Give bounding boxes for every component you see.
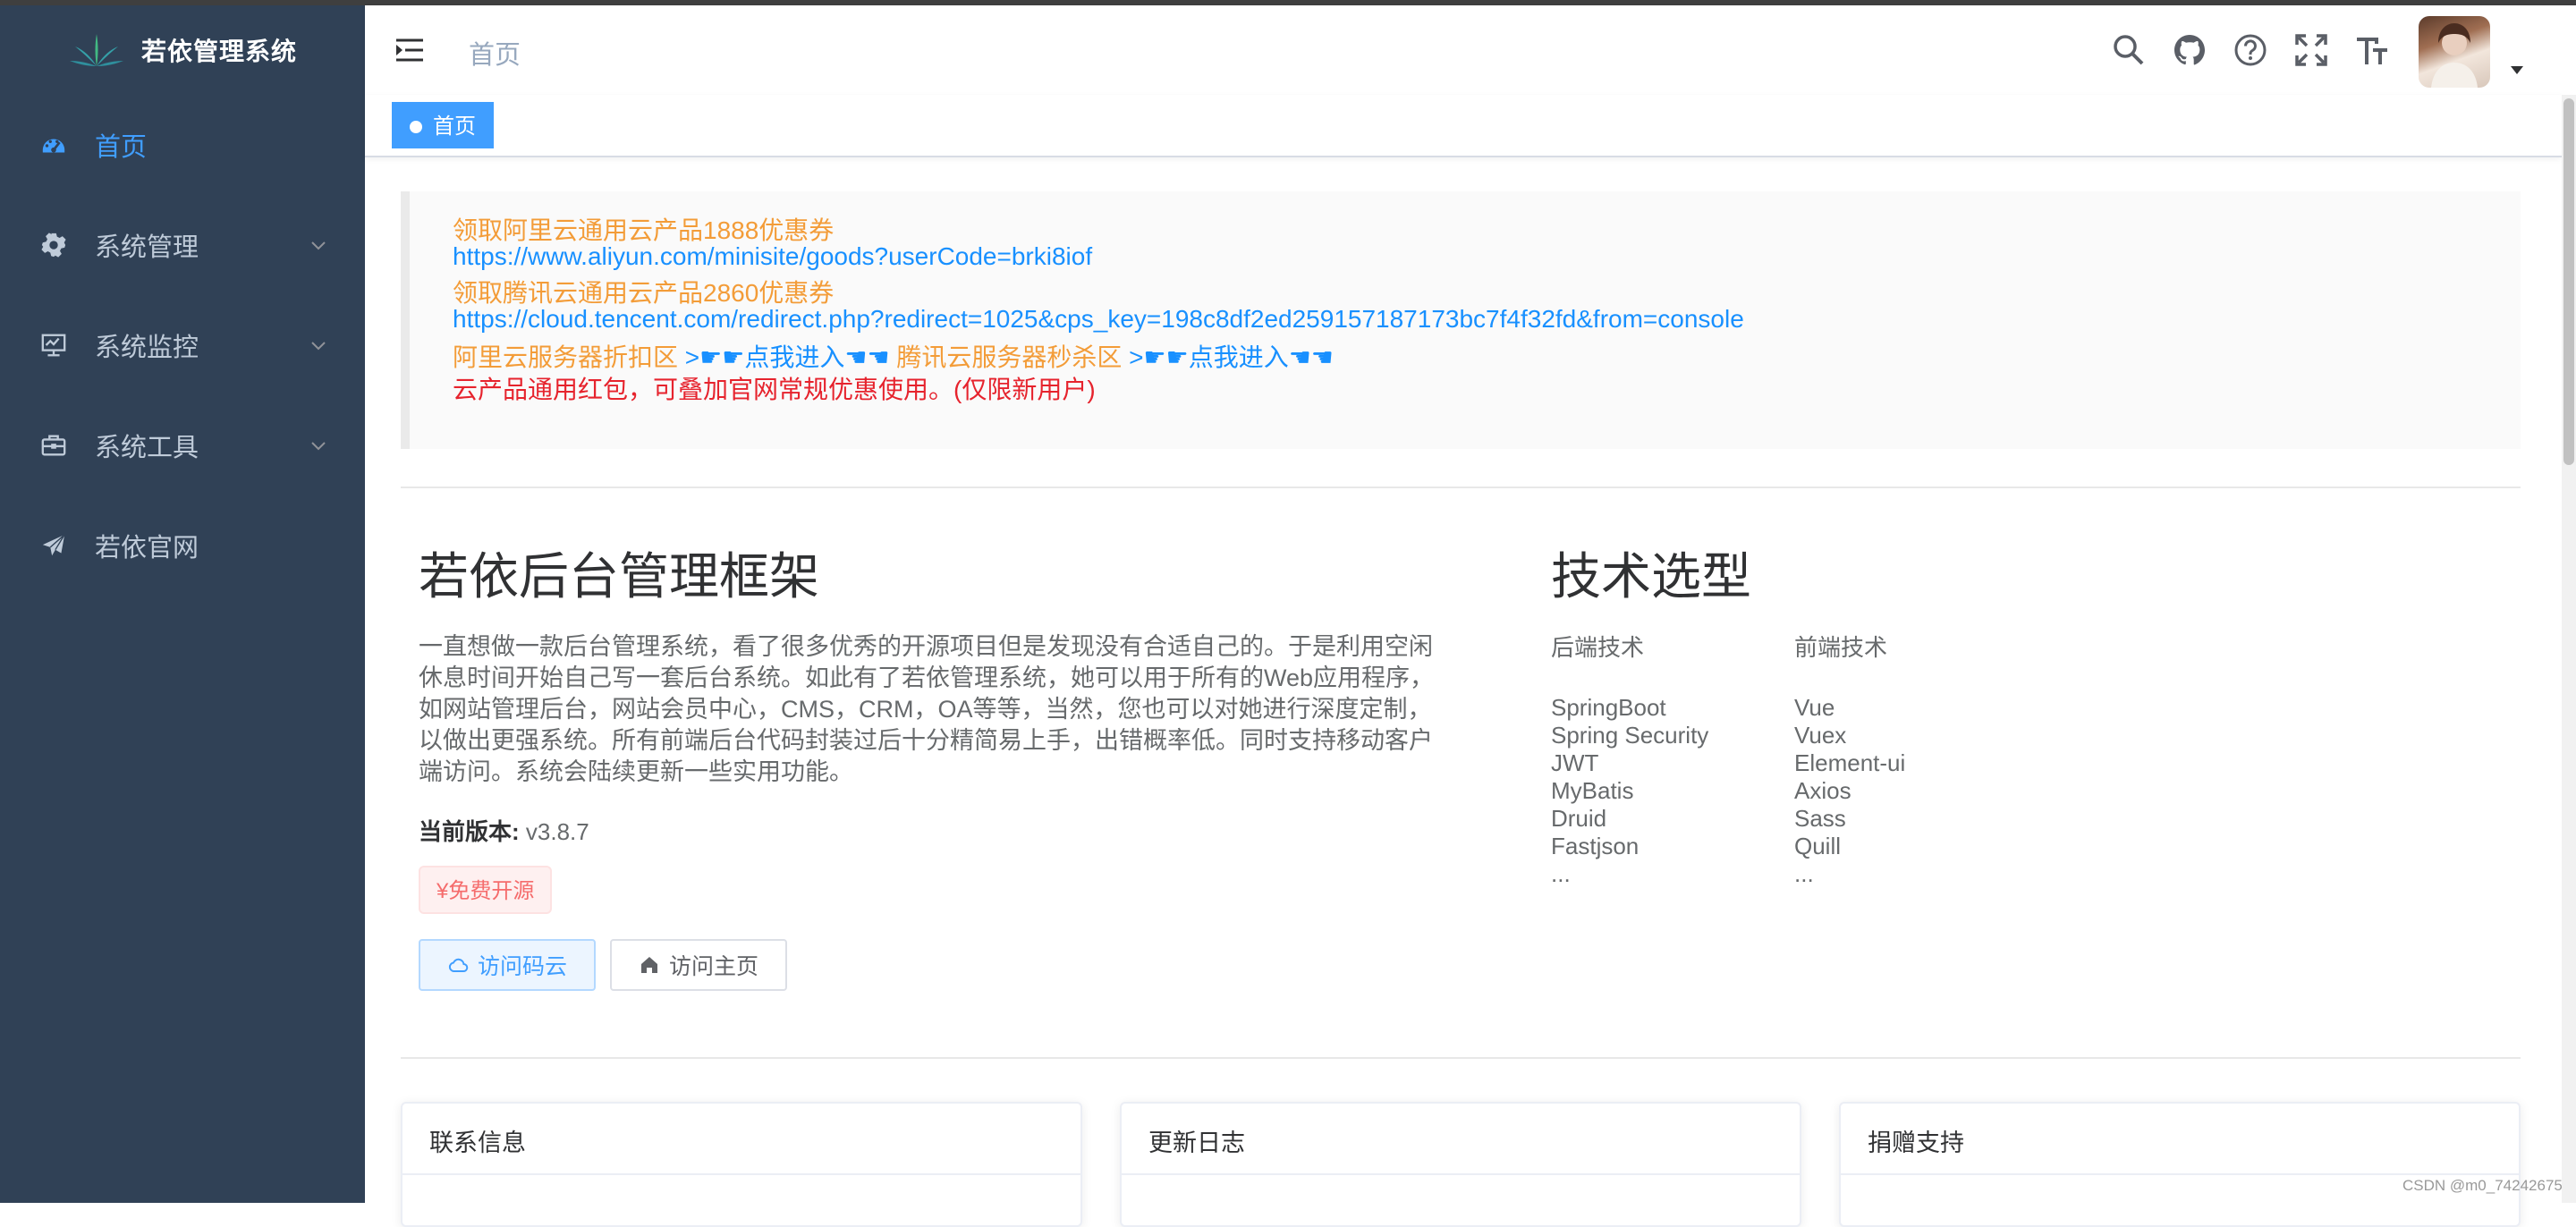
tech-item: SpringBoot (1551, 694, 1666, 721)
divider (401, 487, 2521, 488)
avatar-image (2431, 23, 2478, 88)
frontend-tech-list: 前端技术 Vue Vuex Element-ui Axios Sass Quil… (1794, 630, 1905, 888)
monitor-icon (39, 331, 68, 360)
github-icon[interactable] (2172, 32, 2207, 68)
sidebar-item-system-monitor[interactable]: 系统监控 (0, 295, 365, 395)
tech-item: Fastjson (1551, 833, 1640, 859)
sidebar-item-system-management[interactable]: 系统管理 (0, 195, 365, 295)
visit-gitee-button[interactable]: 访问码云 (419, 939, 597, 991)
tech-item: JWT (1551, 749, 1599, 776)
card-title: 捐赠支持 (1841, 1104, 2519, 1175)
donation-card: 捐赠支持 (1839, 1102, 2521, 1227)
frontend-tech-heading: 前端技术 (1794, 634, 1888, 661)
font-size-icon[interactable] (2354, 32, 2390, 68)
sidebar-item-official-site[interactable]: 若依官网 (0, 495, 365, 596)
free-open-source-badge: ¥免费开源 (419, 866, 553, 914)
fullscreen-icon[interactable] (2293, 32, 2329, 68)
aliyun-coupon-text: 领取阿里云通用云产品1888优惠券 (453, 216, 835, 244)
tech-item: ... (1794, 860, 1814, 887)
tech-item: Axios (1794, 777, 1852, 804)
avatar[interactable] (2419, 16, 2490, 88)
caret-down-icon[interactable] (2510, 64, 2524, 75)
sidebar-item-label: 系统工具 (95, 434, 199, 462)
card-title: 更新日志 (1122, 1104, 1800, 1175)
visit-homepage-button[interactable]: 访问主页 (610, 939, 788, 991)
tencent-zone-text: 腾讯云服务器秒杀区 (896, 343, 1123, 371)
sidebar-item-home[interactable]: 首页 (0, 95, 365, 195)
version-info: 当前版本: v3.8.7 (419, 814, 589, 847)
chevron-down-icon (311, 241, 326, 250)
aliyun-zone-text: 阿里云服务器折扣区 (453, 343, 679, 371)
changelog-card: 更新日志 (1120, 1102, 1801, 1227)
intro-description: 一直想做一款后台管理系统，看了很多优秀的开源项目但是发现没有合适自己的。于是利用… (419, 633, 1435, 785)
red-packet-note: 云产品通用红包，可叠加官网常规优惠使用。(仅限新用户) (453, 376, 1096, 403)
tech-item: Element-ui (1794, 749, 1906, 776)
version-value: v3.8.7 (525, 818, 589, 845)
visit-gitee-label: 访问码云 (478, 954, 568, 979)
sidebar-item-label: 若依官网 (95, 534, 199, 563)
tencent-coupon-text: 领取腾讯云通用云产品2860优惠券 (453, 279, 835, 307)
sidebar-item-label: 系统管理 (95, 233, 199, 262)
tech-item: Vue (1794, 694, 1835, 721)
paper-plane-icon (39, 531, 68, 560)
sidebar-item-system-tools[interactable]: 系统工具 (0, 395, 365, 495)
tech-item: ... (1551, 860, 1571, 887)
contact-info-card: 联系信息 (401, 1102, 1082, 1227)
sidebar-item-label: 首页 (95, 133, 148, 162)
dashboard-icon (39, 131, 68, 159)
tencent-zone-link[interactable]: >☛☛点我进入☚☚ (1129, 343, 1334, 371)
help-icon[interactable] (2233, 32, 2268, 68)
tags-view: 首页 (365, 95, 2562, 157)
tech-item: Quill (1794, 833, 1842, 859)
backend-tech-list: 后端技术 SpringBoot Spring Security JWT MyBa… (1551, 630, 1708, 888)
search-icon[interactable] (2111, 32, 2147, 68)
promo-notice: 领取阿里云通用云产品1888优惠券 https://www.aliyun.com… (401, 191, 2521, 449)
logo-icon (69, 34, 123, 66)
tech-item: MyBatis (1551, 777, 1634, 804)
server-zones-line: 阿里云服务器折扣区 >☛☛点我进入☚☚ 腾讯云服务器秒杀区 >☛☛点我进入☚☚ (453, 338, 1334, 374)
visit-homepage-label: 访问主页 (669, 954, 759, 979)
logo[interactable]: 若依管理系统 (0, 5, 365, 95)
divider (401, 1057, 2521, 1059)
chevron-down-icon (311, 342, 326, 351)
home-icon (641, 957, 657, 973)
hamburger-icon[interactable] (394, 34, 426, 66)
card-title: 联系信息 (402, 1104, 1080, 1175)
navbar: 首页 (365, 5, 2576, 95)
chevron-down-icon (311, 442, 326, 451)
tech-title: 技术选型 (1551, 548, 1751, 605)
aliyun-zone-link[interactable]: >☛☛点我进入☚☚ (685, 343, 890, 371)
backend-tech-heading: 后端技术 (1551, 634, 1645, 661)
version-label: 当前版本: (419, 818, 520, 845)
tag-home[interactable]: 首页 (392, 102, 494, 148)
tech-item: Sass (1794, 805, 1846, 832)
watermark: CSDN @m0_74242675 (2402, 1177, 2563, 1194)
scrollbar-thumb[interactable] (2563, 98, 2574, 465)
tech-item: Vuex (1794, 722, 1847, 749)
tencent-coupon-link[interactable]: https://cloud.tencent.com/redirect.php?r… (453, 305, 1744, 334)
gear-icon (39, 231, 68, 259)
breadcrumb: 首页 (469, 41, 521, 70)
toolbox-icon (39, 431, 68, 460)
tech-item: Druid (1551, 805, 1607, 832)
cloud-icon (448, 958, 469, 972)
sidebar: 若依管理系统 首页 系统管理 系统监控 系统工具 若依官网 (0, 5, 365, 1203)
app-title: 若依管理系统 (140, 38, 297, 65)
tech-item: Spring Security (1551, 722, 1709, 749)
sidebar-item-label: 系统监控 (95, 334, 199, 362)
intro-title: 若依后台管理框架 (419, 548, 819, 605)
aliyun-coupon-link[interactable]: https://www.aliyun.com/minisite/goods?us… (453, 242, 1092, 271)
